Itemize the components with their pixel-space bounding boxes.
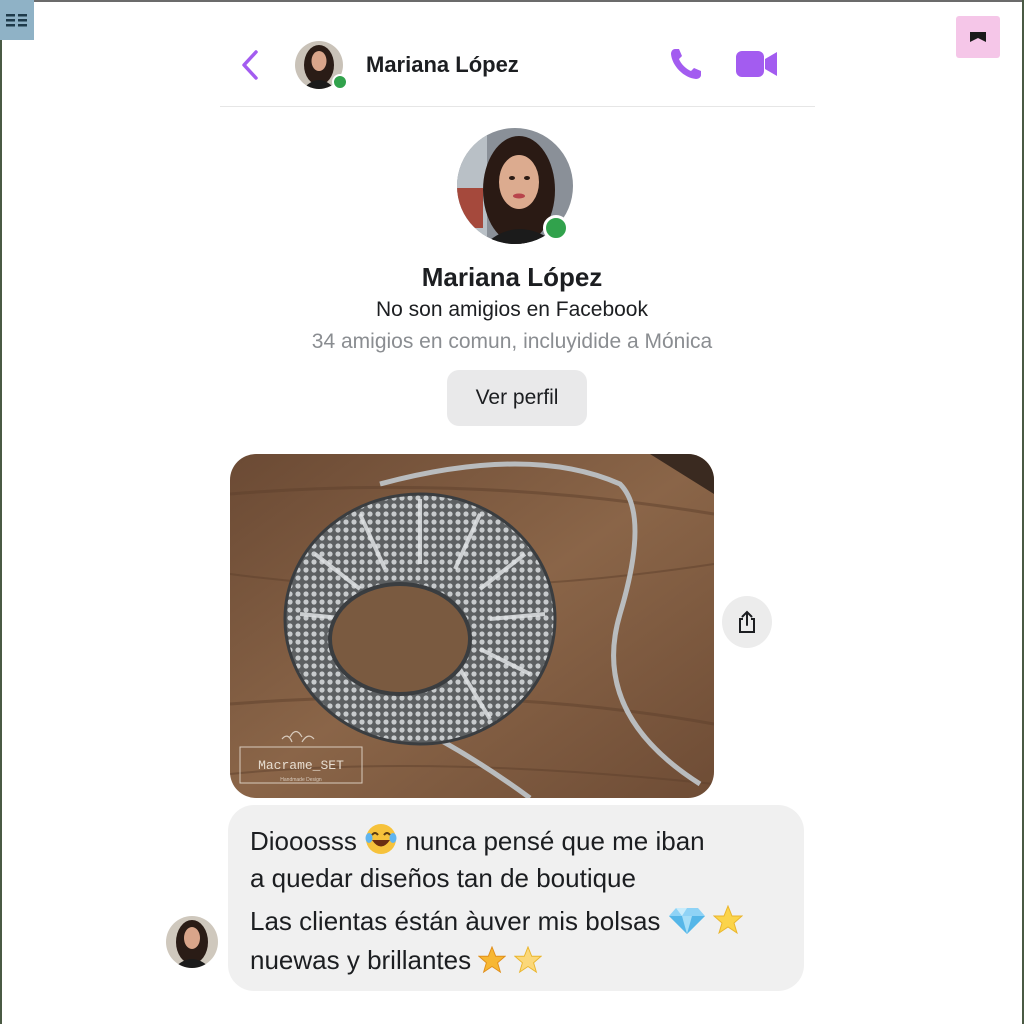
video-camera-icon[interactable] [734,46,780,82]
mutual-friends: 34 amigios en comun, incluyidide a Mónic… [311,330,713,353]
friendship-status: No son amigios en Facebook [376,298,648,321]
phone-icon[interactable] [666,44,706,84]
menu-button[interactable] [0,0,34,40]
window-frame-left [0,0,2,1024]
bookmark-button[interactable] [956,16,1000,58]
chevron-left-icon[interactable] [236,48,266,82]
online-indicator-large [543,215,569,241]
sender-avatar[interactable] [166,916,218,968]
window-frame-top [0,0,1024,2]
share-button[interactable] [722,596,772,648]
star-emoji-icon [712,905,743,935]
photo-message[interactable]: Macrame_SET Handmade Design [230,454,714,798]
message-line-2: a quedar diseños tan de boutique [250,863,636,893]
online-indicator [332,74,348,90]
svg-text:Macrame_SET: Macrame_SET [258,758,344,773]
message-bubble[interactable]: Diooosss nunca pensé que me iban a queda… [228,805,804,991]
star-emoji-icon [513,946,542,974]
view-profile-button[interactable]: Ver perfil [447,370,587,426]
chat-header: Mariana López [220,28,815,107]
star-emoji-icon [478,946,507,974]
gem-emoji-icon [668,908,705,934]
message-line-3: Las clientas éstán àuver mis bolsas [250,905,743,937]
menu-icon [6,14,27,27]
contact-name[interactable]: Mariana López [366,52,519,78]
bookmark-icon [970,32,986,42]
message-line-4: nuewas y brillantes [250,945,542,976]
laughing-emoji-icon [365,824,397,854]
share-icon [739,610,755,633]
svg-text:Handmade Design: Handmade Design [280,777,322,783]
profile-name: Mariana López [421,262,603,292]
message-line-1: Diooosss nunca pensé que me iban [250,823,705,857]
